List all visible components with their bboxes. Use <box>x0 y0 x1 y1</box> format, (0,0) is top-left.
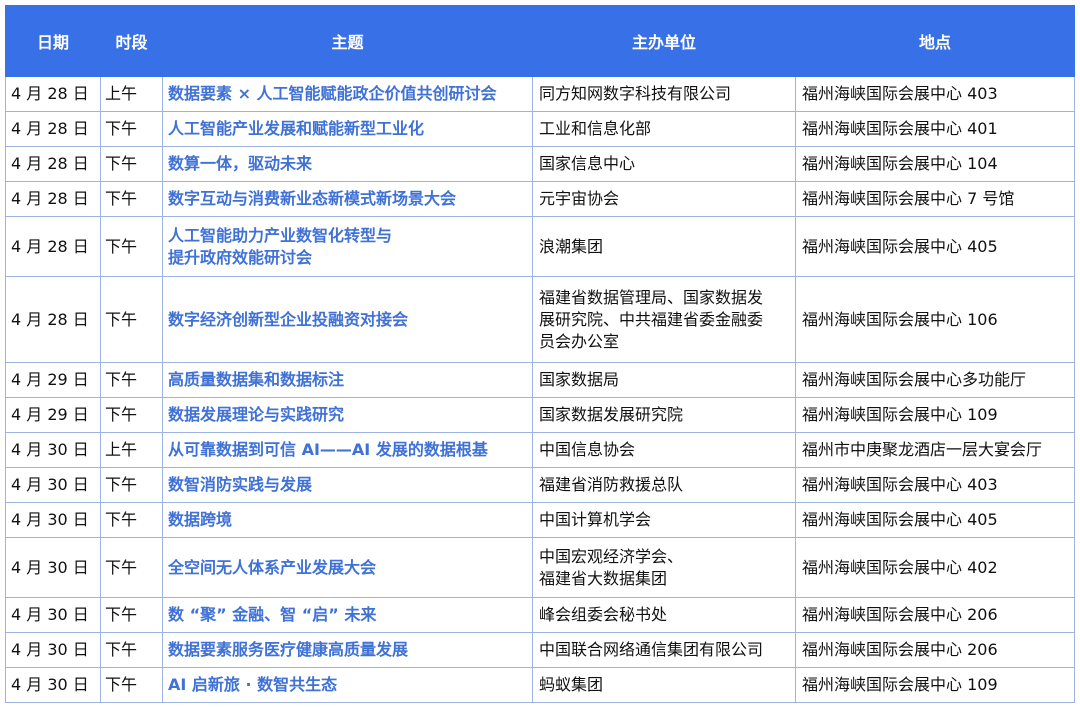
cell-period: 下午 <box>100 502 163 538</box>
header-organizer: 主办单位 <box>532 5 796 77</box>
cell-location: 福州海峡国际会展中心 109 <box>795 397 1075 433</box>
table-row: 4 月 28 日 下午 数算一体，驱动未来 国家信息中心 福州海峡国际会展中心 … <box>5 146 1075 182</box>
table-row: 4 月 30 日 下午 数智消防实践与发展 福建省消防救援总队 福州海峡国际会展… <box>5 467 1075 503</box>
cell-topic: 数据要素 × 人工智能赋能政企价值共创研讨会 <box>162 76 533 112</box>
cell-organizer: 中国计算机学会 <box>532 502 796 538</box>
cell-location: 福州海峡国际会展中心 401 <box>795 111 1075 147</box>
cell-location: 福州海峡国际会展中心 109 <box>795 667 1075 703</box>
table-row: 4 月 30 日 下午 AI 启新旅 · 数智共生态 蚂蚁集团 福州海峡国际会展… <box>5 667 1075 703</box>
cell-period: 上午 <box>100 76 163 112</box>
cell-location: 福州海峡国际会展中心 206 <box>795 632 1075 668</box>
cell-location: 福州海峡国际会展中心 405 <box>795 502 1075 538</box>
cell-topic: 数字互动与消费新业态新模式新场景大会 <box>162 181 533 217</box>
cell-organizer: 工业和信息化部 <box>532 111 796 147</box>
cell-date: 4 月 30 日 <box>5 632 101 668</box>
cell-period: 下午 <box>100 667 163 703</box>
table-row: 4 月 28 日 下午 数字经济创新型企业投融资对接会 福建省数据管理局、国家数… <box>5 276 1075 363</box>
cell-organizer: 中国联合网络通信集团有限公司 <box>532 632 796 668</box>
schedule-container: 日期 时段 主题 主办单位 地点 4 月 28 日 上午 数据要素 × 人工智能… <box>5 5 1075 703</box>
cell-location: 福州海峡国际会展中心 403 <box>795 76 1075 112</box>
cell-topic: 数据跨境 <box>162 502 533 538</box>
table-row: 4 月 28 日 下午 人工智能产业发展和赋能新型工业化 工业和信息化部 福州海… <box>5 111 1075 147</box>
cell-topic: 数 “聚” 金融、智 “启” 未来 <box>162 597 533 633</box>
cell-location: 福州海峡国际会展中心 402 <box>795 537 1075 598</box>
cell-organizer: 国家数据局 <box>532 362 796 398</box>
header-topic: 主题 <box>162 5 533 77</box>
cell-organizer: 国家信息中心 <box>532 146 796 182</box>
header-location: 地点 <box>795 5 1075 77</box>
schedule-table: 日期 时段 主题 主办单位 地点 4 月 28 日 上午 数据要素 × 人工智能… <box>5 5 1075 703</box>
cell-location: 福州海峡国际会展中心 206 <box>795 597 1075 633</box>
cell-location: 福州海峡国际会展中心 403 <box>795 467 1075 503</box>
table-row: 4 月 29 日 下午 数据发展理论与实践研究 国家数据发展研究院 福州海峡国际… <box>5 397 1075 433</box>
table-row: 4 月 30 日 下午 数据要素服务医疗健康高质量发展 中国联合网络通信集团有限… <box>5 632 1075 668</box>
cell-date: 4 月 28 日 <box>5 276 101 363</box>
cell-period: 下午 <box>100 146 163 182</box>
table-row: 4 月 30 日 下午 数据跨境 中国计算机学会 福州海峡国际会展中心 405 <box>5 502 1075 538</box>
cell-topic: 全空间无人体系产业发展大会 <box>162 537 533 598</box>
cell-topic: 人工智能助力产业数智化转型与 提升政府效能研讨会 <box>162 216 533 277</box>
cell-period: 下午 <box>100 111 163 147</box>
table-row: 4 月 29 日 下午 高质量数据集和数据标注 国家数据局 福州海峡国际会展中心… <box>5 362 1075 398</box>
cell-period: 下午 <box>100 632 163 668</box>
table-row: 4 月 28 日 上午 数据要素 × 人工智能赋能政企价值共创研讨会 同方知网数… <box>5 76 1075 112</box>
cell-organizer: 浪潮集团 <box>532 216 796 277</box>
cell-period: 下午 <box>100 276 163 363</box>
cell-date: 4 月 28 日 <box>5 216 101 277</box>
cell-period: 下午 <box>100 597 163 633</box>
cell-topic: 数字经济创新型企业投融资对接会 <box>162 276 533 363</box>
cell-topic: 数据发展理论与实践研究 <box>162 397 533 433</box>
cell-organizer: 福建省数据管理局、国家数据发 展研究院、中共福建省委金融委 员会办公室 <box>532 276 796 363</box>
cell-date: 4 月 28 日 <box>5 181 101 217</box>
header-date: 日期 <box>5 5 101 77</box>
cell-organizer: 同方知网数字科技有限公司 <box>532 76 796 112</box>
cell-date: 4 月 29 日 <box>5 397 101 433</box>
cell-period: 上午 <box>100 432 163 468</box>
cell-date: 4 月 30 日 <box>5 467 101 503</box>
cell-date: 4 月 28 日 <box>5 76 101 112</box>
cell-topic: 数算一体，驱动未来 <box>162 146 533 182</box>
cell-location: 福州海峡国际会展中心 405 <box>795 216 1075 277</box>
cell-location: 福州市中庚聚龙酒店一层大宴会厅 <box>795 432 1075 468</box>
cell-organizer: 元宇宙协会 <box>532 181 796 217</box>
cell-period: 下午 <box>100 216 163 277</box>
cell-date: 4 月 30 日 <box>5 432 101 468</box>
cell-topic: 高质量数据集和数据标注 <box>162 362 533 398</box>
cell-organizer: 国家数据发展研究院 <box>532 397 796 433</box>
cell-date: 4 月 30 日 <box>5 537 101 598</box>
table-row: 4 月 30 日 下午 全空间无人体系产业发展大会 中国宏观经济学会、 福建省大… <box>5 537 1075 598</box>
cell-topic: 从可靠数据到可信 AI——AI 发展的数据根基 <box>162 432 533 468</box>
cell-date: 4 月 29 日 <box>5 362 101 398</box>
cell-topic: 人工智能产业发展和赋能新型工业化 <box>162 111 533 147</box>
table-row: 4 月 30 日 上午 从可靠数据到可信 AI——AI 发展的数据根基 中国信息… <box>5 432 1075 468</box>
cell-organizer: 中国信息协会 <box>532 432 796 468</box>
cell-organizer: 福建省消防救援总队 <box>532 467 796 503</box>
header-period: 时段 <box>100 5 163 77</box>
cell-period: 下午 <box>100 537 163 598</box>
cell-period: 下午 <box>100 181 163 217</box>
cell-location: 福州海峡国际会展中心 106 <box>795 276 1075 363</box>
table-row: 4 月 28 日 下午 数字互动与消费新业态新模式新场景大会 元宇宙协会 福州海… <box>5 181 1075 217</box>
cell-date: 4 月 28 日 <box>5 146 101 182</box>
cell-period: 下午 <box>100 397 163 433</box>
cell-topic: 数据要素服务医疗健康高质量发展 <box>162 632 533 668</box>
header-row: 日期 时段 主题 主办单位 地点 <box>5 5 1075 77</box>
cell-organizer: 蚂蚁集团 <box>532 667 796 703</box>
cell-period: 下午 <box>100 362 163 398</box>
table-row: 4 月 30 日 下午 数 “聚” 金融、智 “启” 未来 峰会组委会秘书处 福… <box>5 597 1075 633</box>
cell-organizer: 中国宏观经济学会、 福建省大数据集团 <box>532 537 796 598</box>
table-row: 4 月 28 日 下午 人工智能助力产业数智化转型与 提升政府效能研讨会 浪潮集… <box>5 216 1075 277</box>
cell-date: 4 月 30 日 <box>5 667 101 703</box>
cell-location: 福州海峡国际会展中心 104 <box>795 146 1075 182</box>
cell-organizer: 峰会组委会秘书处 <box>532 597 796 633</box>
cell-period: 下午 <box>100 467 163 503</box>
cell-date: 4 月 30 日 <box>5 502 101 538</box>
cell-topic: 数智消防实践与发展 <box>162 467 533 503</box>
cell-date: 4 月 28 日 <box>5 111 101 147</box>
cell-date: 4 月 30 日 <box>5 597 101 633</box>
cell-location: 福州海峡国际会展中心 7 号馆 <box>795 181 1075 217</box>
cell-location: 福州海峡国际会展中心多功能厅 <box>795 362 1075 398</box>
cell-topic: AI 启新旅 · 数智共生态 <box>162 667 533 703</box>
